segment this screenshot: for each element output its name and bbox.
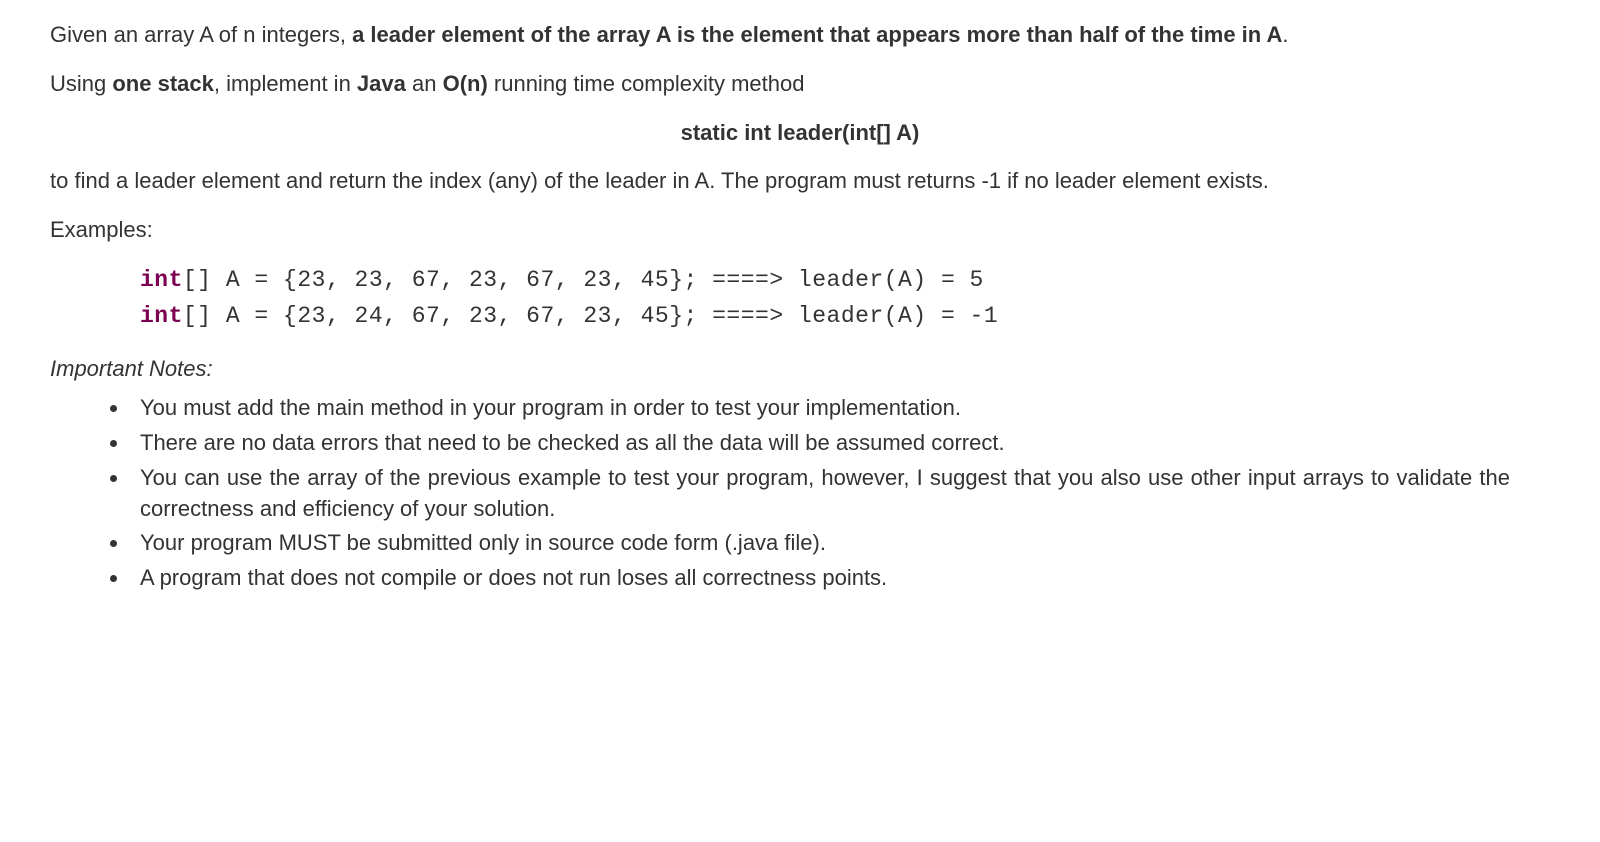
p2-t4: running time complexity method xyxy=(488,71,805,96)
list-item: There are no data errors that need to be… xyxy=(130,428,1510,459)
examples-label: Examples: xyxy=(50,215,1550,246)
p1-b1: a leader element of the array A is the e… xyxy=(352,22,1282,47)
p2-t1: Using xyxy=(50,71,112,96)
keyword-int: int xyxy=(140,303,183,329)
example-2-rest: [] A = {23, 24, 67, 23, 67, 23, 45}; ===… xyxy=(183,303,998,329)
p2-t3: an xyxy=(406,71,443,96)
example-2: int[] A = {23, 24, 67, 23, 67, 23, 45}; … xyxy=(140,300,1550,332)
paragraph-1: Given an array A of n integers, a leader… xyxy=(50,20,1550,51)
notes-list: You must add the main method in your pro… xyxy=(90,393,1550,594)
paragraph-2: Using one stack, implement in Java an O(… xyxy=(50,69,1550,100)
example-1-rest: [] A = {23, 23, 67, 23, 67, 23, 45}; ===… xyxy=(183,267,984,293)
p2-b1: one stack xyxy=(112,71,214,96)
list-item: You can use the array of the previous ex… xyxy=(130,463,1510,525)
notes-header: Important Notes: xyxy=(50,354,1550,385)
paragraph-3: to find a leader element and return the … xyxy=(50,166,1550,197)
list-item: You must add the main method in your pro… xyxy=(130,393,1510,424)
list-item: A program that does not compile or does … xyxy=(130,563,1510,594)
list-item: Your program MUST be submitted only in s… xyxy=(130,528,1510,559)
p1-t1: Given an array A of n integers, xyxy=(50,22,352,47)
keyword-int: int xyxy=(140,267,183,293)
p1-t2: . xyxy=(1282,22,1288,47)
method-signature: static int leader(int[] A) xyxy=(50,118,1550,149)
p2-b3: O(n) xyxy=(443,71,488,96)
p2-t2: , implement in xyxy=(214,71,357,96)
example-1: int[] A = {23, 23, 67, 23, 67, 23, 45}; … xyxy=(140,264,1550,296)
p2-b2: Java xyxy=(357,71,406,96)
